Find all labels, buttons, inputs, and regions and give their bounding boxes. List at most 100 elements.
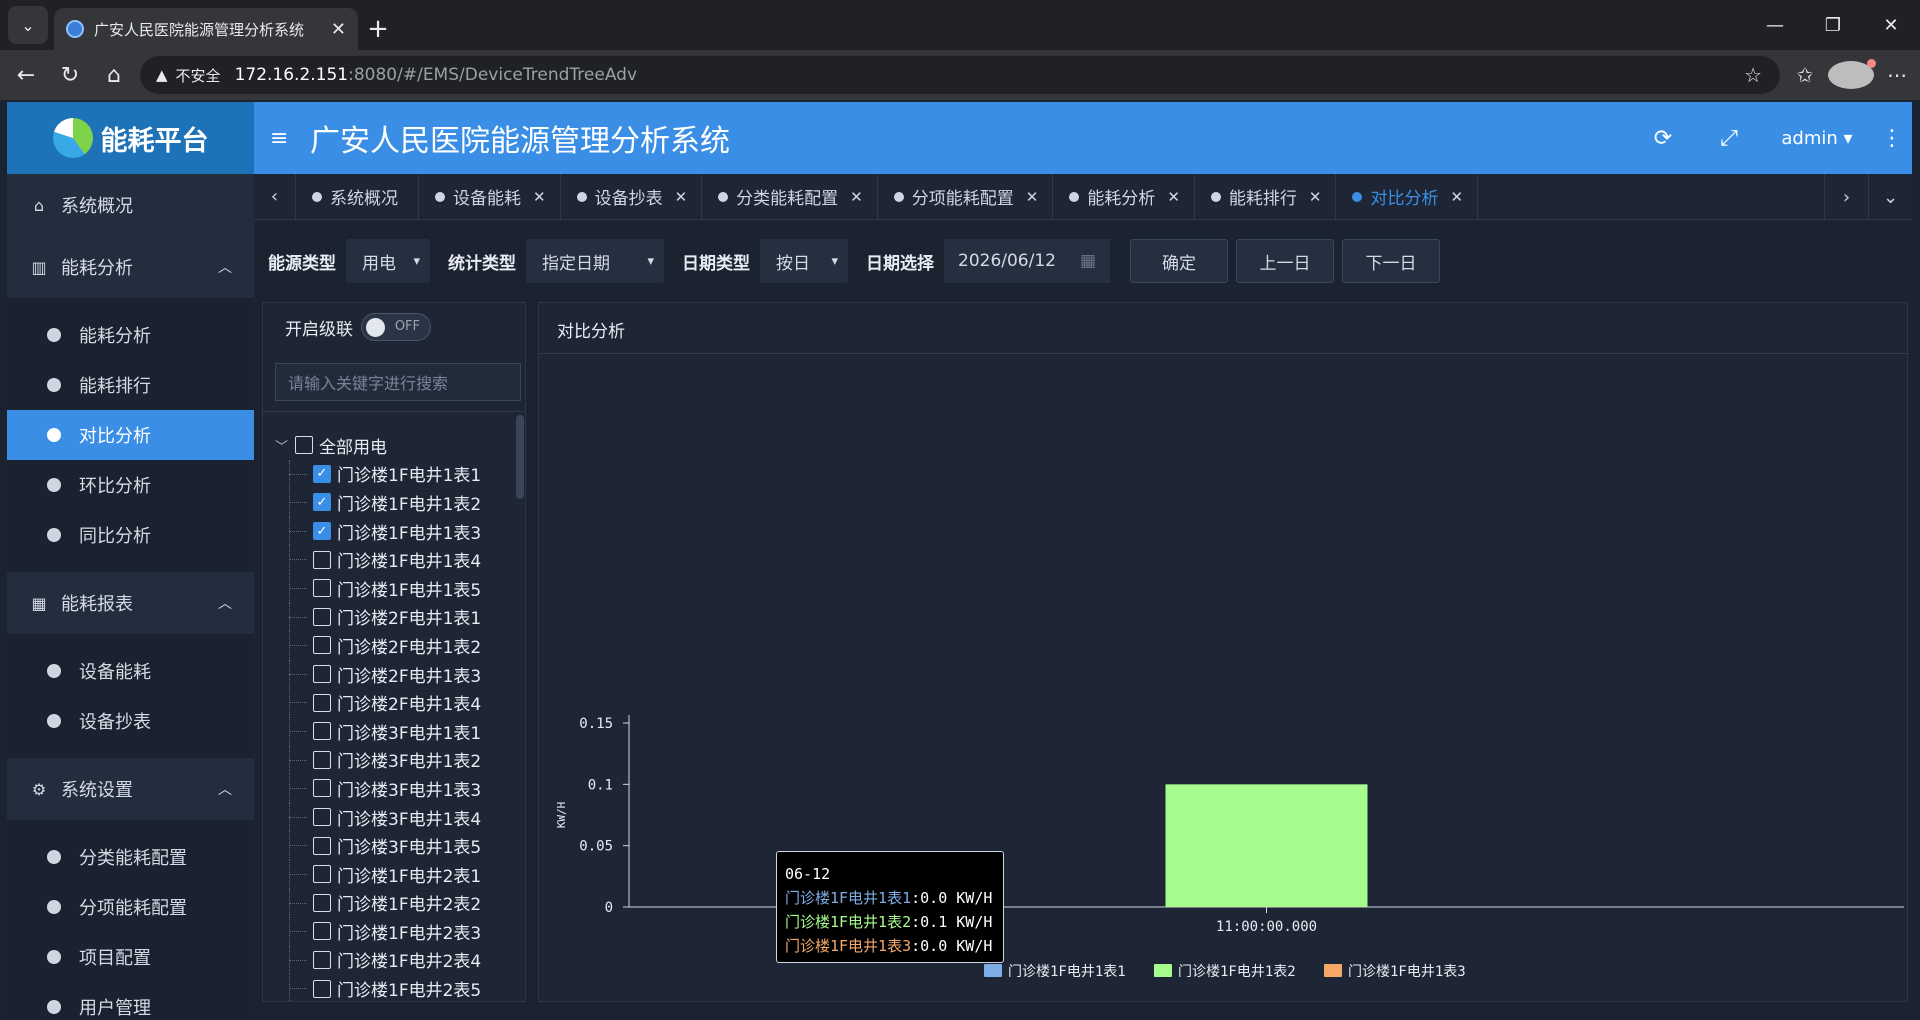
tab-search-icon[interactable]: ⌄ [8,6,48,44]
tree-node[interactable]: 门诊楼1F电井2表2 [275,888,521,918]
sidebar-item-yoy[interactable]: 同比分析 [7,510,254,560]
tabs-scroll-left-icon[interactable]: ‹ [254,174,296,219]
app-logo[interactable]: 能耗平台 [7,102,254,174]
close-tab-icon[interactable]: ✕ [533,188,546,206]
tree-node[interactable]: 门诊楼1F电井2表5 [275,974,521,1001]
tab-comparison[interactable]: 对比分析 ✕ [1336,174,1479,219]
favorites-icon[interactable]: ✩ [1782,63,1828,87]
profile-avatar[interactable] [1828,59,1876,89]
tree-node[interactable]: 门诊楼2F电井1表2 [275,631,521,660]
restore-icon[interactable]: ❐ [1804,0,1862,50]
chevron-down-icon[interactable]: ﹀ [275,436,295,455]
next-day-button[interactable]: 下一日 [1342,239,1440,283]
tree-search-input[interactable]: 请输入关键字进行搜索 [275,363,521,401]
tree-node[interactable]: ✓ 门诊楼1F电井1表3 [275,516,521,546]
menu-toggle-icon[interactable]: ≡ [270,126,298,151]
new-tab-icon[interactable]: + [358,8,398,50]
prev-day-button[interactable]: 上一日 [1236,239,1334,283]
user-menu[interactable]: admin ▾ [1762,128,1872,149]
tree-node-checkbox[interactable] [313,950,331,969]
sidebar-item-comparison[interactable]: 对比分析 [7,410,254,460]
sidebar-item-mom[interactable]: 环比分析 [7,460,254,510]
sidebar-item-project-config[interactable]: 项目配置 [7,932,254,982]
sidebar-item-energy-analysis[interactable]: 能耗分析 [7,310,254,360]
tree-node[interactable]: 门诊楼3F电井1表1 [275,716,521,746]
tree-node-checkbox[interactable] [313,636,331,655]
close-tab-icon[interactable]: ✕ [1450,188,1463,206]
close-tab-icon[interactable]: ✕ [850,188,863,206]
tree-node[interactable]: 门诊楼3F电井1表4 [275,802,521,832]
fullscreen-icon[interactable]: ⤢ [1696,126,1762,151]
sidebar-item-subitem-config[interactable]: 分项能耗配置 [7,882,254,932]
sidebar-group-energy-analysis[interactable]: ▥ 能耗分析 ︿ [7,236,254,298]
tab-device-reading[interactable]: 设备抄表 ✕ [561,174,703,219]
tree-scrollbar[interactable] [516,415,524,499]
more-icon[interactable]: ⋮ [1872,126,1912,151]
tree-node-checkbox[interactable] [313,550,331,569]
tree-node-checkbox[interactable]: ✓ [313,522,331,541]
close-tab-icon[interactable]: ✕ [1309,188,1322,206]
close-tab-icon[interactable]: ✕ [675,188,688,206]
sidebar-item-device-energy[interactable]: 设备能耗 [7,646,254,696]
close-tab-icon[interactable]: ✕ [1167,188,1180,206]
tree-node[interactable]: 门诊楼1F电井2表4 [275,945,521,975]
sidebar-item-device-reading[interactable]: 设备抄表 [7,696,254,746]
tree-node-checkbox[interactable] [313,607,331,626]
tree-node-checkbox[interactable] [313,579,331,598]
tree-node-checkbox[interactable] [313,979,331,998]
tree-node-checkbox[interactable] [313,922,331,941]
sidebar-item-user-management[interactable]: 用户管理 [7,982,254,1020]
tree-node-checkbox[interactable] [313,808,331,827]
tree-root[interactable]: ﹀ 全部用电 [275,431,521,460]
date-type-select[interactable]: 按日 ▾ [760,239,848,283]
root-checkbox[interactable] [295,436,313,455]
tree-node[interactable]: 门诊楼1F电井1表5 [275,573,521,603]
address-bar[interactable]: ▲ 不安全 172.16.2.151 :8080/#/EMS/DeviceTre… [140,56,1780,94]
sidebar-item-category-config[interactable]: 分类能耗配置 [7,832,254,882]
close-tab-icon[interactable]: ✕ [1026,188,1039,206]
date-picker[interactable]: 2026/06/12 ▦ [944,239,1110,283]
cascade-toggle[interactable]: OFF [361,313,431,341]
back-icon[interactable]: ← [4,53,48,97]
tree-node[interactable]: 门诊楼3F电井1表2 [275,745,521,775]
tab-subitem-config[interactable]: 分项能耗配置 ✕ [878,174,1054,219]
tree-node-checkbox[interactable] [313,893,331,912]
energy-type-select[interactable]: 用电 ▾ [346,239,430,283]
bookmark-star-icon[interactable]: ☆ [1744,63,1762,87]
tree-node[interactable]: 门诊楼2F电井1表4 [275,688,521,717]
tree-node-checkbox[interactable] [313,779,331,798]
tree-node-checkbox[interactable] [313,836,331,855]
tree-node-checkbox[interactable]: ✓ [313,493,331,512]
tree-node-checkbox[interactable]: ✓ [313,464,331,483]
reload-icon[interactable]: ↻ [48,53,92,97]
tree-node-checkbox[interactable] [313,693,331,712]
tab-category-config[interactable]: 分类能耗配置 ✕ [702,174,878,219]
tab-device-energy[interactable]: 设备能耗 ✕ [419,174,561,219]
stat-type-select[interactable]: 指定日期 ▾ [526,239,664,283]
refresh-icon[interactable]: ⟳ [1630,126,1696,151]
browser-tab[interactable]: 广安人民医院能源管理分析系统 ✕ [54,8,358,50]
tab-overview[interactable]: 系统概况 [296,174,419,219]
tree-node[interactable]: 门诊楼3F电井1表3 [275,774,521,803]
minimize-icon[interactable]: — [1746,0,1804,50]
tree-node-checkbox[interactable] [313,722,331,741]
sidebar-item-overview[interactable]: ⌂ 系统概况 [7,174,254,236]
tree-node[interactable]: 门诊楼1F电井2表3 [275,917,521,946]
tree-node[interactable]: 门诊楼1F电井2表1 [275,859,521,889]
tabs-dropdown-icon[interactable]: ⌄ [1868,174,1912,220]
tab-energy-analysis[interactable]: 能耗分析 ✕ [1053,174,1195,219]
sidebar-group-settings[interactable]: ⚙ 系统设置 ︿ [7,758,254,820]
tree-node[interactable]: ✓ 门诊楼1F电井1表1 [275,459,521,489]
close-window-icon[interactable]: ✕ [1862,0,1920,50]
tree-node-checkbox[interactable] [313,865,331,884]
sidebar-item-energy-ranking[interactable]: 能耗排行 [7,360,254,410]
tree-node[interactable]: 门诊楼2F电井1表3 [275,659,521,689]
tree-node[interactable]: 门诊楼1F电井1表4 [275,545,521,574]
tab-energy-ranking[interactable]: 能耗排行 ✕ [1195,174,1337,219]
tree-node[interactable]: ✓ 门诊楼1F电井1表2 [275,488,521,517]
tabs-scroll-right-icon[interactable]: › [1824,174,1868,220]
browser-menu-icon[interactable]: ⋯ [1874,63,1920,87]
tree-node[interactable]: 门诊楼3F电井1表5 [275,831,521,860]
tree-node-checkbox[interactable] [313,750,331,769]
tree-node-checkbox[interactable] [313,665,331,684]
